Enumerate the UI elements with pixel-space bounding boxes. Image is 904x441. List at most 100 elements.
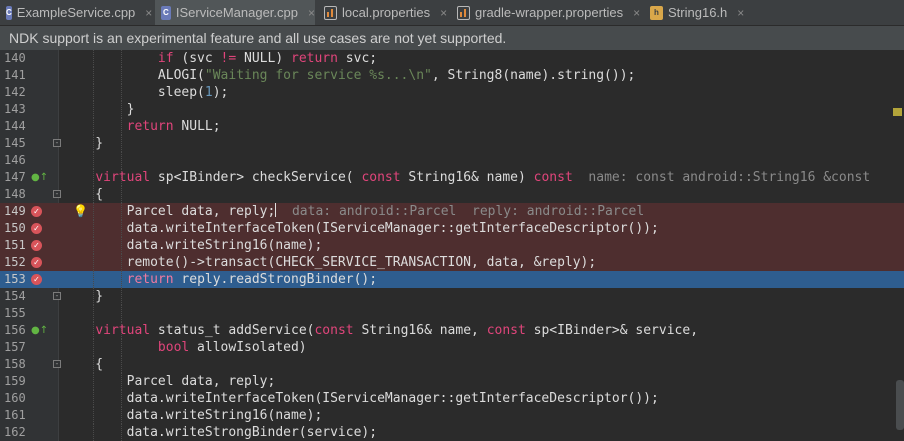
tab-local-properties[interactable]: local.properties × <box>318 0 454 25</box>
code-text[interactable]: virtual status_t addService(const String… <box>64 322 698 339</box>
gutter-cell[interactable]: 153 ✓ <box>0 271 58 288</box>
gutter-cell[interactable]: 145 - <box>0 135 61 152</box>
code-text[interactable]: } <box>64 101 135 118</box>
code-line[interactable]: 155 <box>0 305 904 322</box>
code-text[interactable]: Parcel data, reply; data: android::Parce… <box>64 203 644 220</box>
close-icon[interactable]: × <box>308 6 315 20</box>
code-line[interactable]: 140 if (svc != NULL) return svc; <box>0 50 904 67</box>
breakpoint-icon[interactable]: ✓ <box>31 223 42 234</box>
code-line[interactable]: 148 - { <box>0 186 904 203</box>
breakpoint-line[interactable]: 150 ✓ data.writeInterfaceToken(IServiceMa… <box>0 220 904 237</box>
breakpoint-icon[interactable]: ✓ <box>31 257 42 268</box>
code-token: , String8(name).string()); <box>431 68 636 83</box>
gutter-cell[interactable]: 156 ●↑ <box>0 322 58 339</box>
code-text[interactable]: return reply.readStrongBinder(); <box>64 271 377 288</box>
gutter-cell[interactable]: 158 - <box>0 356 61 373</box>
code-line[interactable]: 147 ●↑ virtual sp<IBinder> checkService( … <box>0 169 904 186</box>
code-line[interactable]: 160 data.writeInterfaceToken(IServiceMan… <box>0 390 904 407</box>
gutter-cell[interactable]: 143 <box>0 101 58 118</box>
code-line[interactable]: 156 ●↑ virtual status_t addService(const … <box>0 322 904 339</box>
code-text[interactable]: } <box>64 135 103 152</box>
tab-iservicemanager-cpp[interactable]: C IServiceManager.cpp × <box>155 0 315 25</box>
code-text[interactable]: data.writeInterfaceToken(IServiceManager… <box>64 220 659 237</box>
gutter-cell[interactable]: 148 - <box>0 186 61 203</box>
code-line[interactable]: 158 - { <box>0 356 904 373</box>
code-text[interactable]: data.writeInterfaceToken(IServiceManager… <box>64 390 659 407</box>
code-text[interactable]: return NULL; <box>64 118 221 135</box>
gutter-cell[interactable]: 152 ✓ <box>0 254 58 271</box>
code-line[interactable]: 161 data.writeString16(name); <box>0 407 904 424</box>
code-text[interactable]: Parcel data, reply; <box>64 373 276 390</box>
close-icon[interactable]: × <box>633 6 640 20</box>
gutter-cell[interactable]: 154 - <box>0 288 61 305</box>
code-text[interactable]: data.writeStrongBinder(service); <box>64 424 377 441</box>
close-icon[interactable]: × <box>737 6 744 20</box>
gutter-cell[interactable]: 141 <box>0 67 58 84</box>
breakpoint-icon[interactable]: ✓ <box>31 206 42 217</box>
code-token: String16& name) <box>400 170 534 185</box>
gutter-cell[interactable]: 149 ✓ <box>0 203 58 220</box>
gutter-cell[interactable]: 157 <box>0 339 58 356</box>
code-line[interactable]: 159 Parcel data, reply; <box>0 373 904 390</box>
gutter-cell[interactable]: 150 ✓ <box>0 220 58 237</box>
breakpoint-line[interactable]: 152 ✓ remote()->transact(CHECK_SERVICE_TR… <box>0 254 904 271</box>
code-text[interactable]: bool allowIsolated) <box>64 339 307 356</box>
code-line[interactable]: 146 <box>0 152 904 169</box>
code-text[interactable]: } <box>64 288 103 305</box>
code-token: NULL; <box>173 119 221 134</box>
code-line[interactable]: 154 - } <box>0 288 904 305</box>
line-number: 153 <box>4 272 26 286</box>
gutter-cell[interactable]: 160 <box>0 390 58 407</box>
code-line[interactable]: 162 data.writeStrongBinder(service); <box>0 424 904 441</box>
fold-icon[interactable]: - <box>53 292 61 300</box>
code-text[interactable]: { <box>64 356 103 373</box>
tab-gradle-wrapper-properties[interactable]: gradle-wrapper.properties × <box>451 0 647 25</box>
code-line[interactable]: 142 sleep(1); <box>0 84 904 101</box>
code-editor[interactable]: 140 if (svc != NULL) return svc; 141 ALOG… <box>0 50 904 441</box>
code-text[interactable]: virtual sp<IBinder> checkService( const … <box>64 169 870 186</box>
gutter-cell[interactable]: 162 <box>0 424 58 441</box>
code-token: String16& name, <box>353 323 487 338</box>
code-text[interactable]: { <box>64 186 103 203</box>
gutter-cell[interactable]: 146 <box>0 152 58 169</box>
code-token: != <box>220 51 237 66</box>
override-icon[interactable]: ●↑ <box>31 172 48 183</box>
gutter-cell[interactable]: 147 ●↑ <box>0 169 58 186</box>
breakpoint-icon[interactable]: ✓ <box>31 274 42 285</box>
fold-icon[interactable]: - <box>53 139 61 147</box>
breakpoint-line[interactable]: 151 ✓ data.writeString16(name); <box>0 237 904 254</box>
tab-label: String16.h <box>668 5 728 20</box>
code-line[interactable]: 144 return NULL; <box>0 118 904 135</box>
gutter-cell[interactable]: 140 <box>0 50 58 67</box>
gutter-cell[interactable]: 161 <box>0 407 58 424</box>
gutter-cell[interactable]: 159 <box>0 373 58 390</box>
indent-guide <box>121 152 123 169</box>
code-line[interactable]: 141 ALOGI("Waiting for service %s...\n",… <box>0 67 904 84</box>
code-text[interactable]: remote()->transact(CHECK_SERVICE_TRANSAC… <box>64 254 597 271</box>
code-text[interactable]: data.writeString16(name); <box>64 407 323 424</box>
gutter-cell[interactable]: 151 ✓ <box>0 237 58 254</box>
code-text[interactable]: ALOGI("Waiting for service %s...\n", Str… <box>64 67 635 84</box>
gutter-cell[interactable]: 155 <box>0 305 58 322</box>
gutter-cell[interactable]: 142 <box>0 84 58 101</box>
code-line[interactable]: 143 } <box>0 101 904 118</box>
code-text[interactable]: sleep(1); <box>64 84 228 101</box>
execution-line[interactable]: 153 ✓ return reply.readStrongBinder(); <box>0 271 904 288</box>
line-number: 158 <box>4 357 26 371</box>
fold-icon[interactable]: - <box>53 360 61 368</box>
code-text[interactable]: if (svc != NULL) return svc; <box>64 50 377 67</box>
breakpoint-icon[interactable]: ✓ <box>31 240 42 251</box>
close-icon[interactable]: × <box>145 6 152 20</box>
line-number: 155 <box>4 306 26 320</box>
tab-string16-h[interactable]: h String16.h × <box>644 0 756 25</box>
override-icon[interactable]: ●↑ <box>31 325 48 336</box>
code-line[interactable]: 145 - } <box>0 135 904 152</box>
code-line[interactable]: 157 bool allowIsolated) <box>0 339 904 356</box>
breakpoint-line[interactable]: 149 ✓ 💡 Parcel data, reply; data: android:… <box>0 203 904 220</box>
code-text[interactable]: data.writeString16(name); <box>64 237 323 254</box>
gutter-cell[interactable]: 144 <box>0 118 58 135</box>
tab-exampleservice-cpp[interactable]: C ExampleService.cpp × <box>0 0 152 25</box>
fold-icon[interactable]: - <box>53 190 61 198</box>
close-icon[interactable]: × <box>440 6 447 20</box>
